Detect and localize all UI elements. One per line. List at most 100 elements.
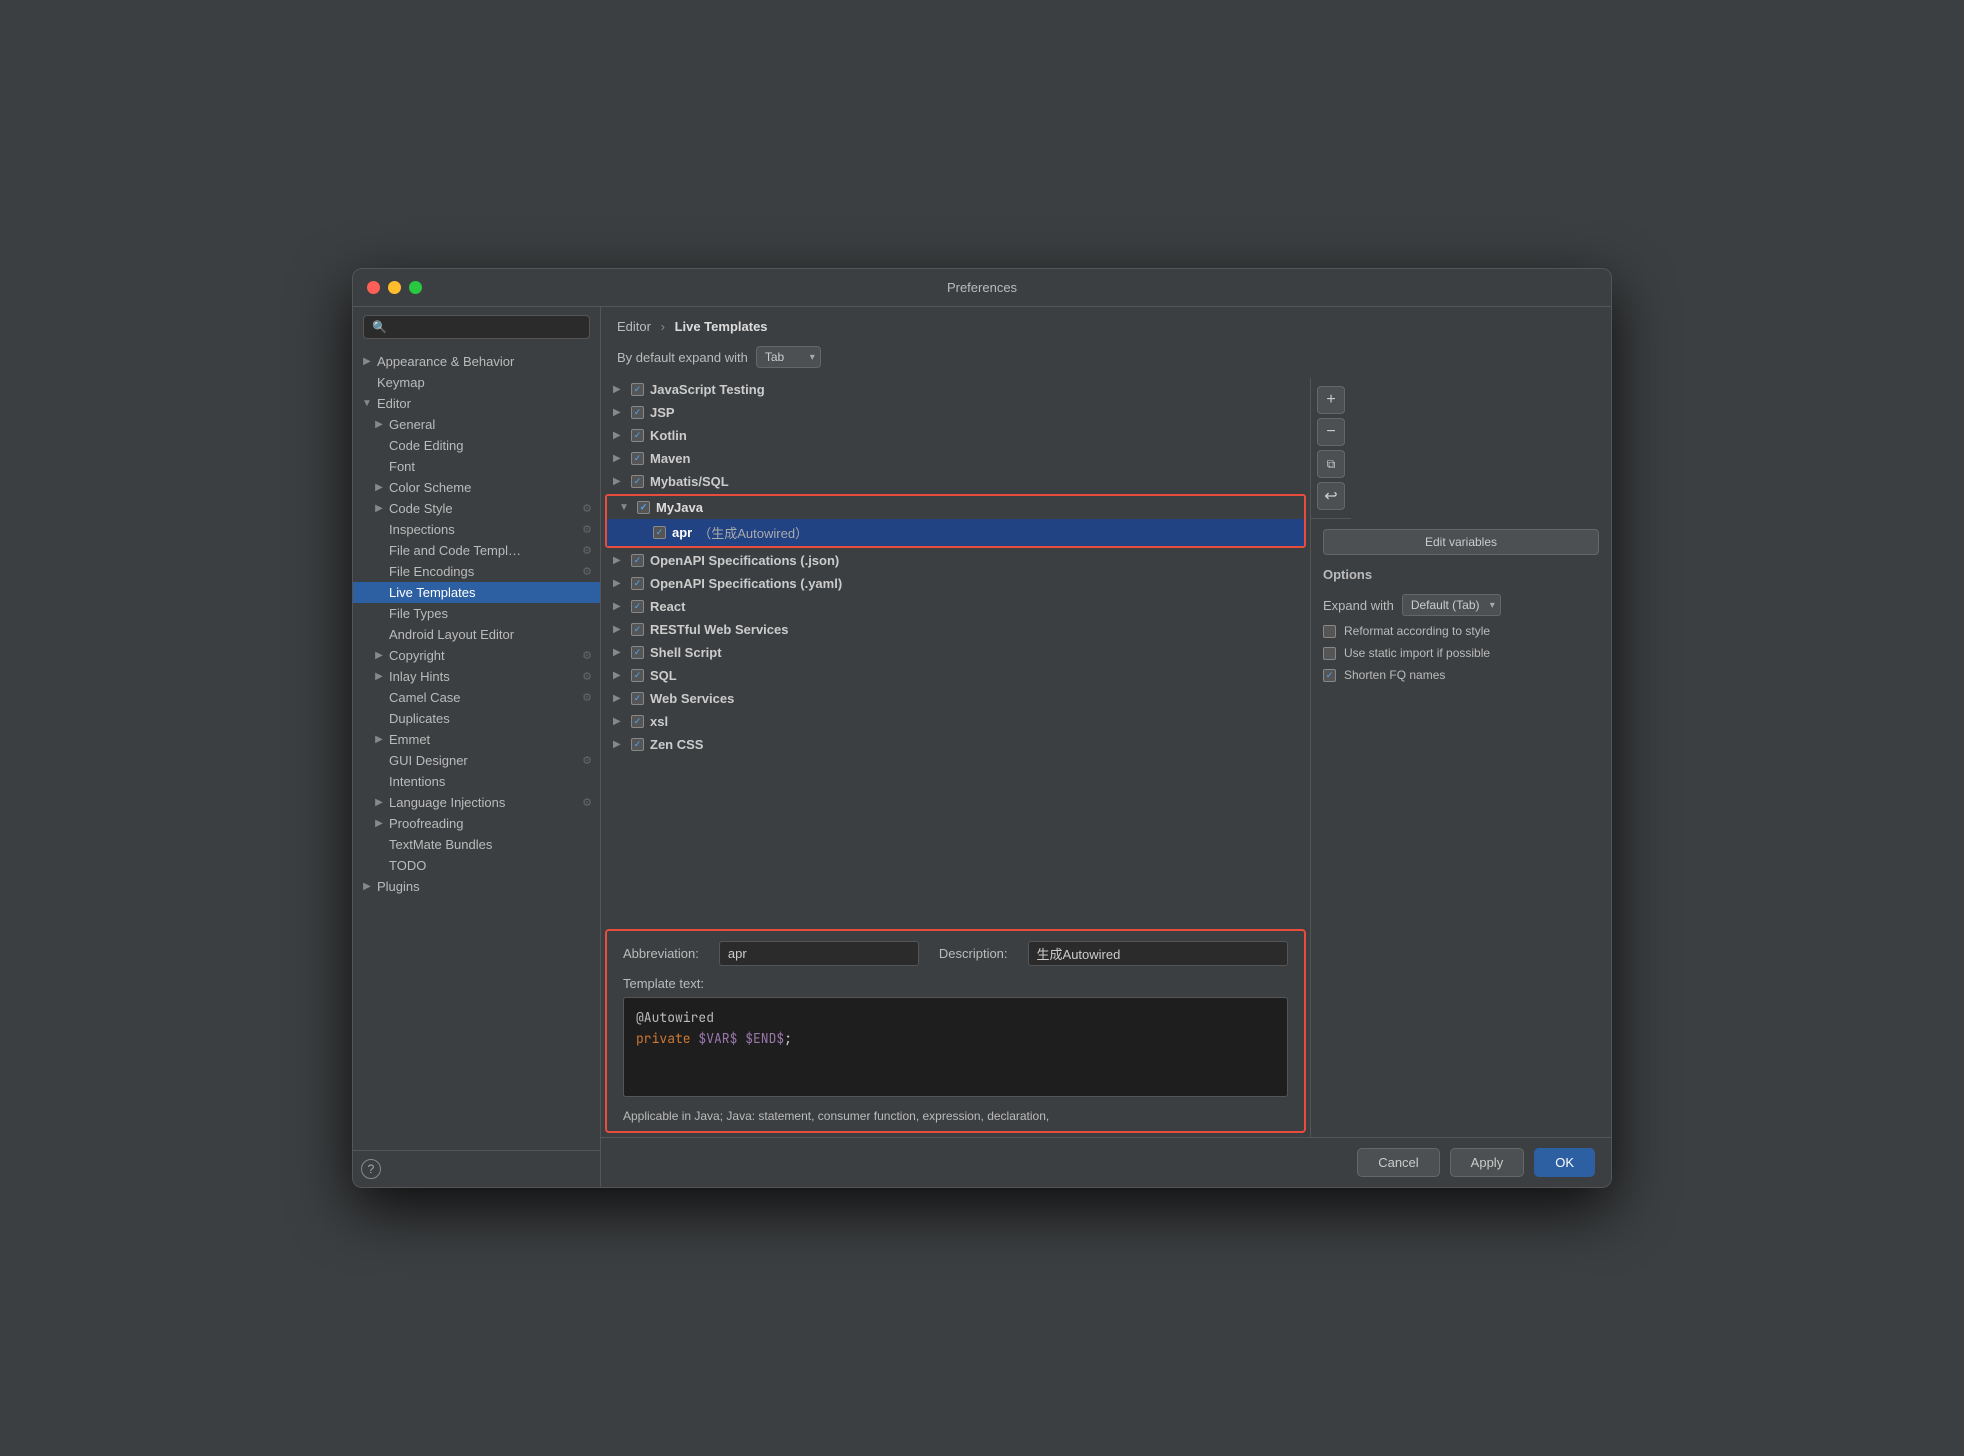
checkbox-kotlin[interactable] (631, 429, 644, 442)
chevron-icon: ▶ (613, 578, 625, 589)
group-label: MyJava (656, 500, 703, 515)
sidebar-item-color-scheme[interactable]: ▶ Color Scheme (353, 477, 600, 498)
template-code-area[interactable]: @Autowired private $VAR$ $END$; (623, 997, 1288, 1097)
sidebar-item-code-style[interactable]: ▶ Code Style ⚙ (353, 498, 600, 519)
ok-button[interactable]: OK (1534, 1148, 1595, 1177)
sidebar-item-duplicates[interactable]: Duplicates (353, 708, 600, 729)
list-item-openapi-yaml[interactable]: ▶ OpenAPI Specifications (.yaml) (601, 572, 1310, 595)
checkbox-openapi-yaml[interactable] (631, 577, 644, 590)
minimize-button[interactable] (388, 281, 401, 294)
sidebar-item-editor[interactable]: ▼ Editor (353, 393, 600, 414)
main-content: Editor › Live Templates By default expan… (601, 307, 1611, 1187)
applicable-text: Applicable in Java; Java: statement, con… (623, 1109, 1049, 1123)
expand-bar: By default expand with Tab Enter Space ▾ (601, 342, 1611, 378)
sidebar-item-todo[interactable]: TODO (353, 855, 600, 876)
sidebar-item-intentions[interactable]: Intentions (353, 771, 600, 792)
sidebar-item-general[interactable]: ▶ General (353, 414, 600, 435)
checkbox-web-services[interactable] (631, 692, 644, 705)
sidebar-item-font[interactable]: Font (353, 456, 600, 477)
breadcrumb-separator: › (661, 319, 665, 334)
list-item-web-services[interactable]: ▶ Web Services (601, 687, 1310, 710)
checkbox-myjava[interactable] (637, 501, 650, 514)
chevron-icon: ▶ (613, 624, 625, 635)
remove-button[interactable]: − (1317, 418, 1345, 446)
chevron-icon: ▶ (373, 818, 385, 829)
sidebar-item-label: File Types (389, 606, 448, 621)
maximize-button[interactable] (409, 281, 422, 294)
sidebar-item-file-code-templ[interactable]: File and Code Templ… ⚙ (353, 540, 600, 561)
checkbox-jsp[interactable] (631, 406, 644, 419)
sidebar-item-file-types[interactable]: File Types (353, 603, 600, 624)
checkbox-mybatis[interactable] (631, 475, 644, 488)
list-item-myjava[interactable]: ▼ MyJava (607, 496, 1304, 519)
sidebar-item-emmet[interactable]: ▶ Emmet (353, 729, 600, 750)
list-item-react[interactable]: ▶ React (601, 595, 1310, 618)
checkbox-react[interactable] (631, 600, 644, 613)
sidebar-item-inlay-hints[interactable]: ▶ Inlay Hints ⚙ (353, 666, 600, 687)
sidebar-item-camel-case[interactable]: Camel Case ⚙ (353, 687, 600, 708)
shorten-fq-checkbox[interactable] (1323, 669, 1336, 682)
sidebar-item-textmate[interactable]: TextMate Bundles (353, 834, 600, 855)
checkbox-zen-css[interactable] (631, 738, 644, 751)
close-button[interactable] (367, 281, 380, 294)
checkbox-js-testing[interactable] (631, 383, 644, 396)
sidebar-item-file-encodings[interactable]: File Encodings ⚙ (353, 561, 600, 582)
options-panel: Options Expand with Default (Tab) Tab En… (1323, 565, 1599, 682)
group-label: Maven (650, 451, 690, 466)
list-item-maven[interactable]: ▶ Maven (601, 447, 1310, 470)
list-item-openapi-json[interactable]: ▶ OpenAPI Specifications (.json) (601, 549, 1310, 572)
copy-button[interactable]: ⧉ (1317, 450, 1345, 478)
checkbox-maven[interactable] (631, 452, 644, 465)
add-button[interactable]: + (1317, 386, 1345, 414)
sidebar-item-label: Emmet (389, 732, 430, 747)
static-import-checkbox[interactable] (1323, 647, 1336, 660)
window-body: 🔍 ▶ Appearance & Behavior Keymap ▼ Edito… (353, 307, 1611, 1187)
sidebar-item-plugins[interactable]: ▶ Plugins (353, 876, 600, 897)
sidebar-item-code-editing[interactable]: Code Editing (353, 435, 600, 456)
reformat-checkbox[interactable] (1323, 625, 1336, 638)
settings-icon: ⚙ (582, 796, 592, 809)
edit-variables-button[interactable]: Edit variables (1323, 529, 1599, 555)
sidebar-item-android-layout[interactable]: Android Layout Editor (353, 624, 600, 645)
list-item-mybatis[interactable]: ▶ Mybatis/SQL (601, 470, 1310, 493)
list-item-jsp[interactable]: ▶ JSP (601, 401, 1310, 424)
list-item-shell[interactable]: ▶ Shell Script (601, 641, 1310, 664)
var-text: $VAR$ $END$ (698, 1030, 784, 1047)
list-item-xsl[interactable]: ▶ xsl (601, 710, 1310, 733)
search-box[interactable]: 🔍 (363, 315, 590, 339)
checkbox-xsl[interactable] (631, 715, 644, 728)
sidebar-item-proofreading[interactable]: ▶ Proofreading (353, 813, 600, 834)
sidebar-item-label: Copyright (389, 648, 445, 663)
cancel-button[interactable]: Cancel (1357, 1148, 1439, 1177)
checkbox-apr[interactable] (653, 526, 666, 539)
footer: Cancel Apply OK (601, 1137, 1611, 1187)
list-item-kotlin[interactable]: ▶ Kotlin (601, 424, 1310, 447)
expand-select[interactable]: Tab Enter Space (756, 346, 821, 368)
sidebar-item-language-injections[interactable]: ▶ Language Injections ⚙ (353, 792, 600, 813)
reset-button[interactable]: ↩ (1317, 482, 1345, 510)
settings-icon: ⚙ (582, 754, 592, 767)
sidebar-item-live-templates[interactable]: Live Templates (353, 582, 600, 603)
abbreviation-input[interactable] (719, 941, 919, 966)
list-item-zen-css[interactable]: ▶ Zen CSS (601, 733, 1310, 756)
sidebar-item-keymap[interactable]: Keymap (353, 372, 600, 393)
list-item-apr[interactable]: apr （生成Autowired） (607, 519, 1304, 546)
sidebar-item-gui-designer[interactable]: GUI Designer ⚙ (353, 750, 600, 771)
apply-button[interactable]: Apply (1450, 1148, 1525, 1177)
sidebar-item-appearance[interactable]: ▶ Appearance & Behavior (353, 351, 600, 372)
list-item-restful[interactable]: ▶ RESTful Web Services (601, 618, 1310, 641)
sidebar-item-copyright[interactable]: ▶ Copyright ⚙ (353, 645, 600, 666)
code-line-2: private $VAR$ $END$; (636, 1029, 1275, 1050)
checkbox-shell[interactable] (631, 646, 644, 659)
help-button[interactable]: ? (361, 1159, 381, 1179)
checkbox-sql[interactable] (631, 669, 644, 682)
checkbox-openapi-json[interactable] (631, 554, 644, 567)
expand-with-select[interactable]: Default (Tab) Tab Enter Space (1402, 594, 1501, 616)
search-icon: 🔍 (372, 320, 387, 334)
sidebar-item-label: Editor (377, 396, 411, 411)
description-input[interactable] (1028, 941, 1288, 966)
checkbox-restful[interactable] (631, 623, 644, 636)
sidebar-item-inspections[interactable]: Inspections ⚙ (353, 519, 600, 540)
list-item-js-testing[interactable]: ▶ JavaScript Testing (601, 378, 1310, 401)
list-item-sql[interactable]: ▶ SQL (601, 664, 1310, 687)
